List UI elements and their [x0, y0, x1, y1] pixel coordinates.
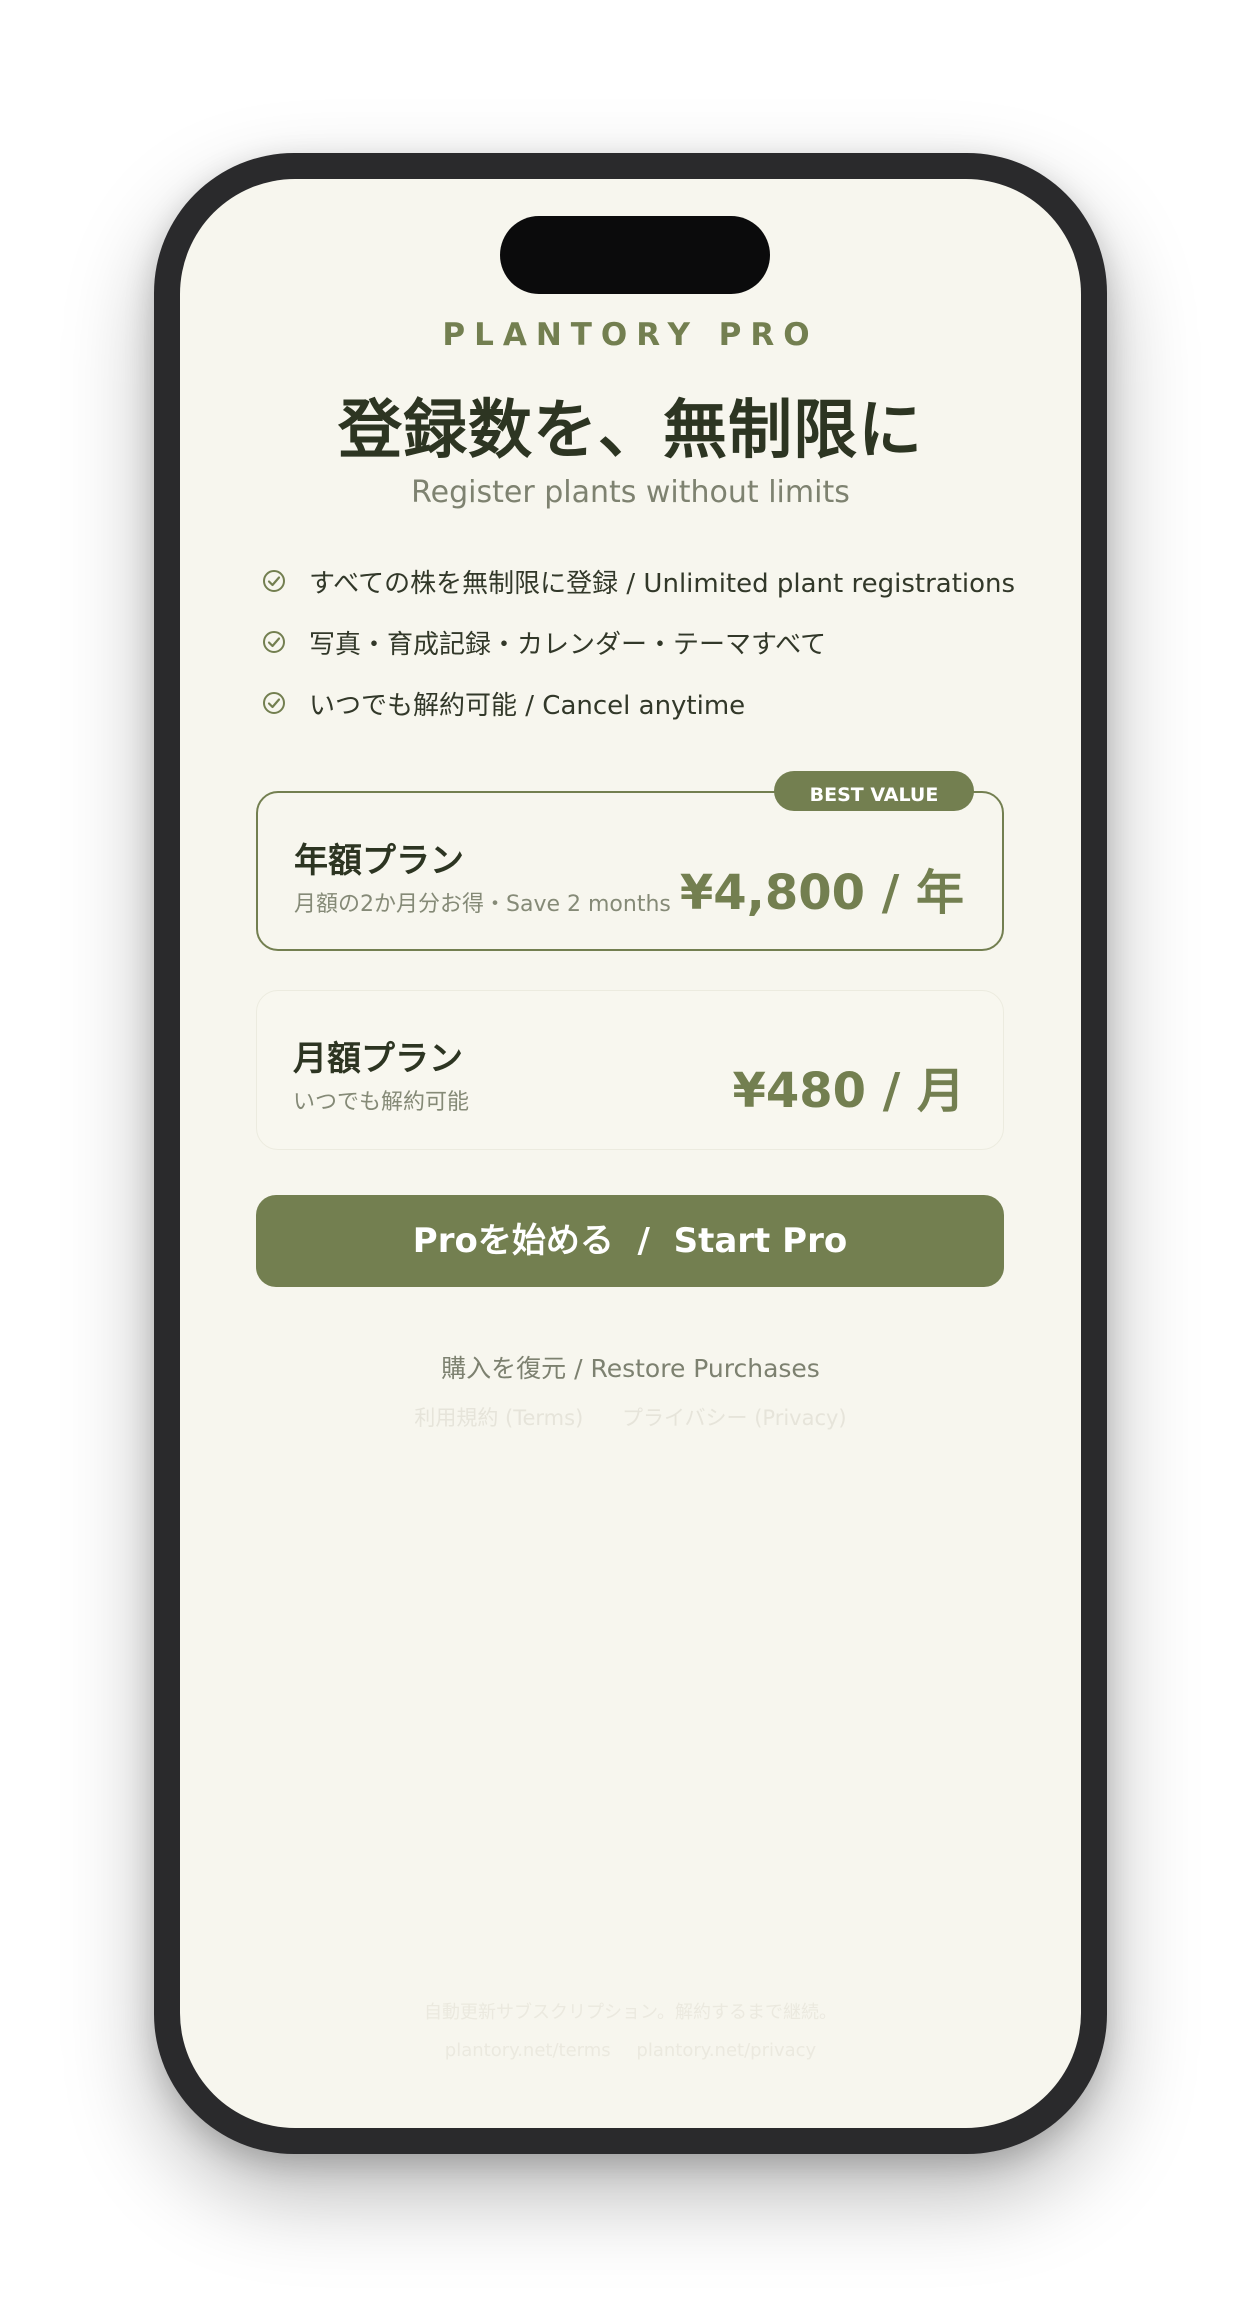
dynamic-island: [500, 216, 770, 294]
terms-link[interactable]: 利用規約 (Terms): [414, 1406, 583, 1430]
check-circle-icon: [263, 570, 285, 592]
feature-text: 写真・育成記録・カレンダー・テーマすべて: [309, 629, 827, 660]
check-circle-icon: [263, 692, 285, 714]
start-pro-button[interactable]: Proを始める / Start Pro: [256, 1195, 1004, 1287]
plan-option-annual[interactable]: BEST VALUE 年額プラン 月額の2か月分お得・Save 2 months…: [256, 771, 1004, 951]
privacy-link[interactable]: プライバシー (Privacy): [622, 1406, 847, 1430]
feature-text: いつでも解約可能 / Cancel anytime: [309, 690, 746, 721]
check-circle-icon: [263, 631, 285, 653]
brand-label: PLANTORY PRO: [442, 317, 819, 353]
fineprint-urls: plantory.net/terms plantory.net/privacy: [180, 2032, 1081, 2070]
terms-url-link[interactable]: plantory.net/terms: [445, 2040, 611, 2061]
plan-note: いつでも解約可能: [293, 1090, 470, 1115]
fineprint-text: 自動更新サブスクリプション。解約するまで継続。: [424, 2002, 837, 2023]
paywall-screen: PLANTORY PRO 登録数を、無制限に Register plants w…: [180, 179, 1081, 2128]
feature-text: すべての株を無制限に登録 / Unlimited plant registrat…: [309, 568, 1016, 599]
feature-item: 写真・育成記録・カレンダー・テーマすべて: [262, 622, 1022, 662]
plan-price: ¥4,800 / 年: [679, 865, 964, 921]
feature-list: すべての株を無制限に登録 / Unlimited plant registrat…: [262, 561, 1022, 744]
restore-purchases-link[interactable]: 購入を復元 / Restore Purchases: [180, 1349, 1081, 1385]
phone-frame: PLANTORY PRO 登録数を、無制限に Register plants w…: [154, 153, 1107, 2154]
plan-note: 月額の2か月分お得・Save 2 months: [294, 892, 671, 917]
plan-price: ¥480 / 月: [732, 1063, 965, 1119]
plan-name: 年額プラン: [294, 841, 464, 881]
page-title: 登録数を、無制限に: [338, 394, 923, 468]
best-value-badge: BEST VALUE: [774, 771, 974, 811]
feature-item: すべての株を無制限に登録 / Unlimited plant registrat…: [262, 561, 1022, 601]
plan-name: 月額プラン: [293, 1039, 463, 1079]
plan-option-monthly[interactable]: 月額プラン いつでも解約可能 ¥480 / 月: [256, 990, 1004, 1150]
privacy-url-link[interactable]: plantory.net/privacy: [636, 2040, 816, 2061]
legal-links: 利用規約 (Terms) プライバシー (Privacy): [180, 1402, 1081, 1432]
page-subtitle: Register plants without limits: [411, 475, 850, 510]
subscription-fineprint: 自動更新サブスクリプション。解約するまで継続。 plantory.net/ter…: [180, 1994, 1081, 2070]
feature-item: いつでも解約可能 / Cancel anytime: [262, 683, 1022, 723]
